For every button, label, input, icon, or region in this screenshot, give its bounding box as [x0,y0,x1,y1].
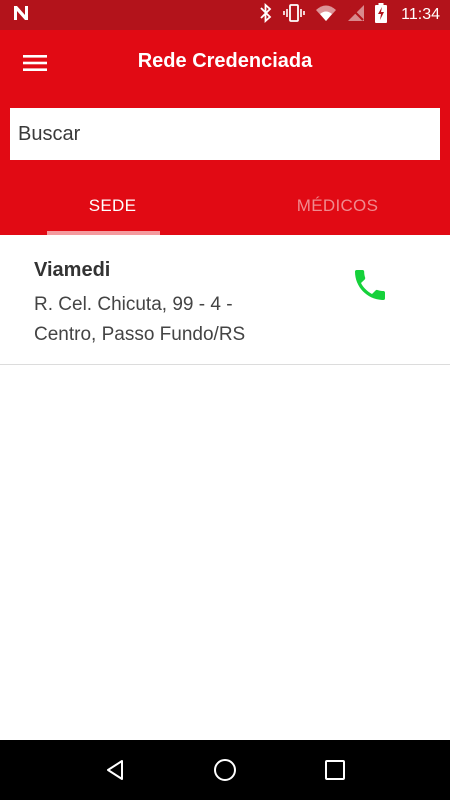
phone-icon[interactable] [346,261,394,309]
list-item[interactable]: Viamedi R. Cel. Chicuta, 99 - 4 - Centro… [0,235,450,365]
search-input[interactable] [10,108,440,160]
battery-charging-icon [375,2,388,28]
n-notification-icon [12,4,30,27]
bluetooth-icon [259,2,273,28]
navigation-bar [0,740,450,800]
tab-sede-label: SEDE [88,195,137,215]
vibrate-icon [283,3,305,28]
provider-address: R. Cel. Chicuta, 99 - 4 - Centro, Passo … [34,294,246,345]
status-time: 11:34 [401,6,440,23]
tab-medicos-label: MÉDICOS [296,195,379,215]
tab-bar: SEDE MÉDICOS [0,176,450,235]
status-bar: 11:34 [0,0,450,30]
page-title: Rede Credenciada [137,50,313,72]
no-signal-icon [347,4,365,27]
recents-icon[interactable] [315,750,355,790]
app-bar: Rede Credenciada SEDE MÉDICOS [0,30,450,235]
wifi-icon [315,4,337,27]
provider-list: Viamedi R. Cel. Chicuta, 99 - 4 - Centro… [0,235,450,365]
home-icon[interactable] [205,750,245,790]
back-icon[interactable] [95,750,135,790]
tab-medicos[interactable]: MÉDICOS [225,176,450,235]
tab-sede[interactable]: SEDE [0,176,225,235]
